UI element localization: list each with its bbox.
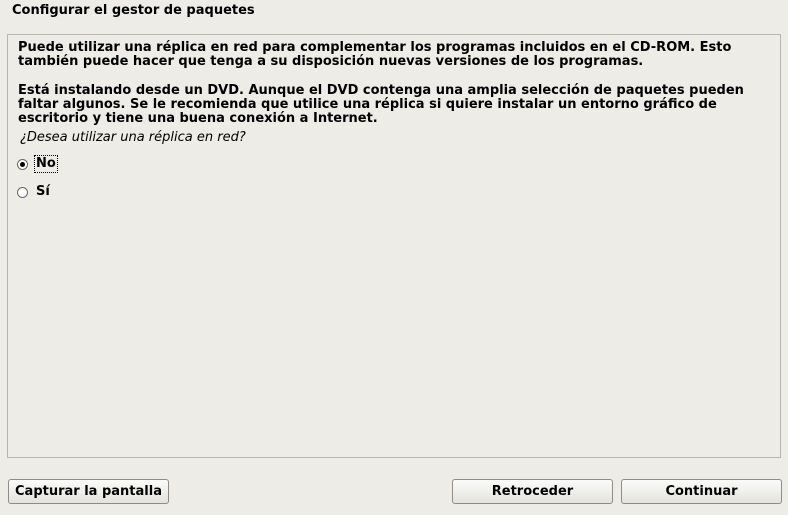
option-si-label[interactable]: Sí xyxy=(35,184,51,200)
question-label: ¿Desea utilizar una réplica en red? xyxy=(20,130,246,145)
content-panel: Puede utilizar una réplica en red para c… xyxy=(7,34,781,458)
option-si[interactable]: Sí xyxy=(17,183,51,201)
capture-screen-button[interactable]: Capturar la pantalla xyxy=(8,479,169,504)
description-paragraph: Puede utilizar una réplica en red para c… xyxy=(18,40,732,69)
back-button[interactable]: Retroceder xyxy=(452,479,613,504)
radio-button-unselected[interactable] xyxy=(17,186,28,198)
continue-button[interactable]: Continuar xyxy=(621,479,782,504)
radio-button-selected[interactable] xyxy=(17,158,28,170)
window-title: Configurar el gestor de paquetes xyxy=(12,3,255,18)
dvd-info-paragraph: Está instalando desde un DVD. Aunque el … xyxy=(18,83,744,126)
option-no[interactable]: No xyxy=(17,155,58,173)
option-no-label[interactable]: No xyxy=(34,155,58,173)
